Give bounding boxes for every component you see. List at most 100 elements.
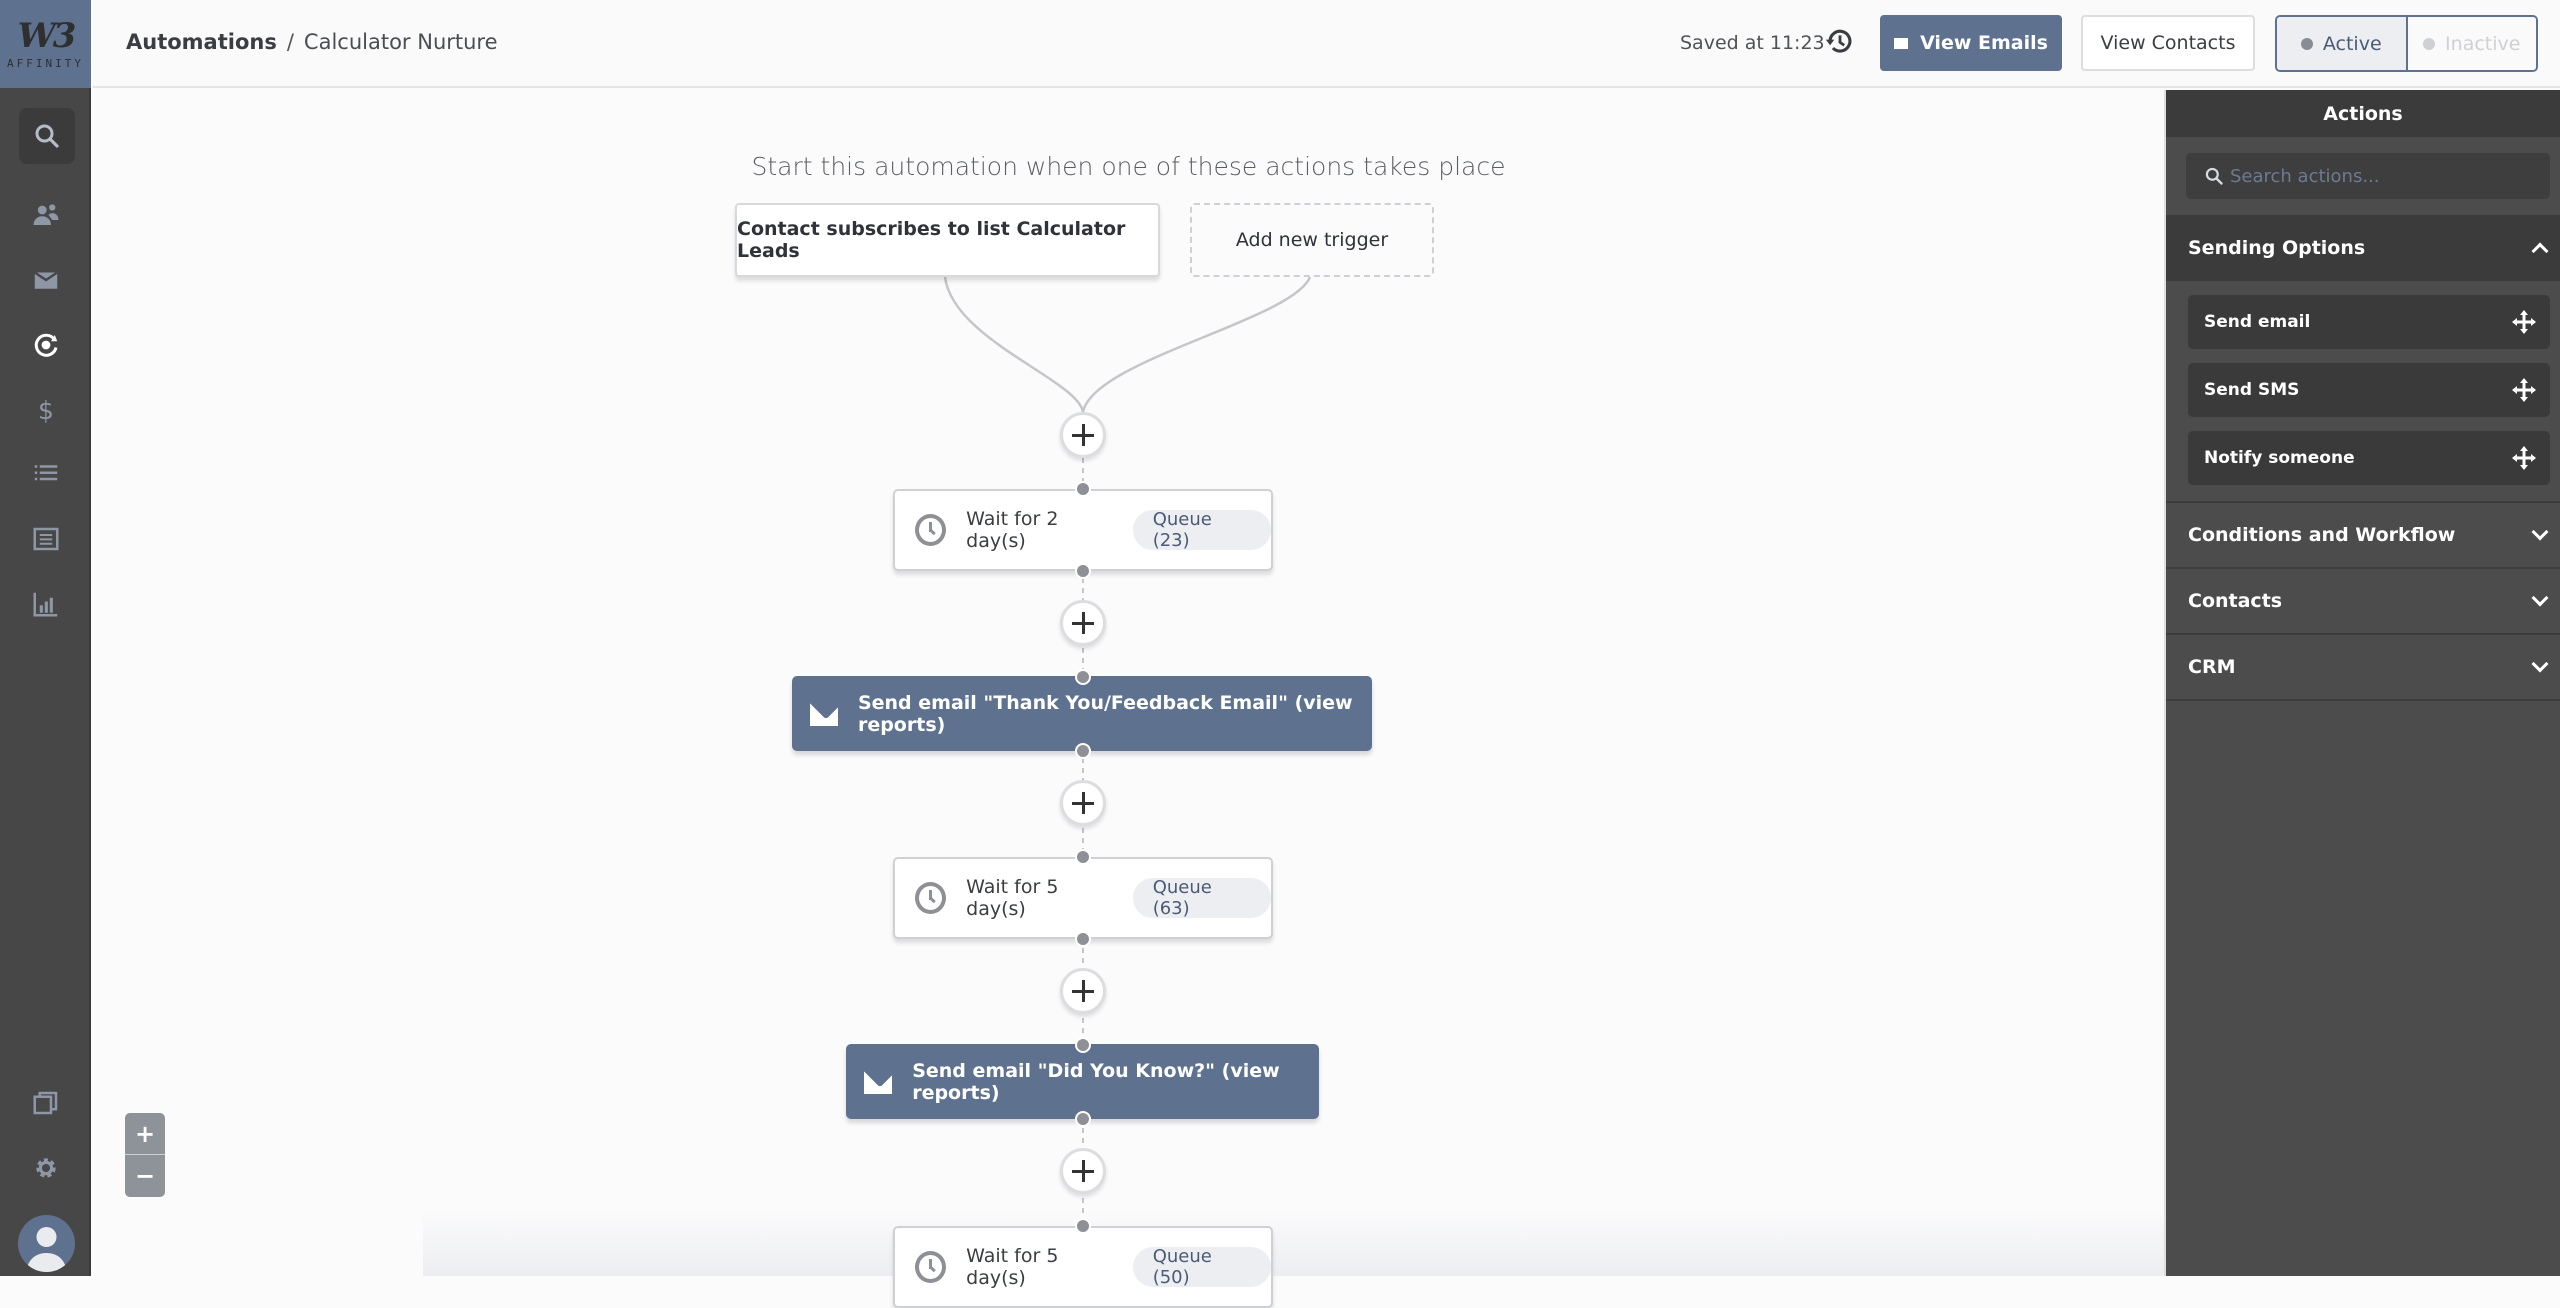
search-icon	[2205, 167, 2223, 185]
clock-icon	[915, 882, 947, 914]
sidebar-item-deals[interactable]: $	[0, 382, 91, 438]
view-emails-button[interactable]: View Emails	[1880, 15, 2062, 71]
users-icon	[33, 204, 58, 225]
chevron-down-icon	[2531, 655, 2549, 673]
connector-port	[1075, 1037, 1091, 1053]
section-sending-options[interactable]: Sending Options	[2166, 215, 2560, 281]
logo-mark: W3	[17, 15, 77, 56]
queue-badge[interactable]: Queue (23)	[1132, 509, 1271, 551]
zoom-controls: + −	[125, 1113, 165, 1197]
move-icon[interactable]	[2512, 310, 2536, 334]
canvas-fade	[423, 1210, 2183, 1276]
status-active-label: Active	[2322, 32, 2382, 55]
sidebar-item-pages[interactable]	[0, 1075, 91, 1131]
section-label: Conditions and Workflow	[2188, 524, 2456, 546]
connector-port	[1075, 849, 1091, 865]
action-label: Send email	[2204, 312, 2311, 332]
section-contacts[interactable]: Contacts	[2166, 569, 2560, 635]
search-icon	[35, 124, 59, 148]
breadcrumb-automations[interactable]: Automations	[126, 30, 277, 54]
add-step-button[interactable]	[1060, 600, 1106, 646]
status-dot-icon	[2423, 37, 2436, 50]
section-label: Contacts	[2188, 590, 2283, 612]
envelope-icon	[1894, 37, 1909, 49]
status-active-option[interactable]: Active	[2277, 17, 2408, 70]
clock-icon	[915, 514, 947, 546]
wait-label: Wait for 5 day(s)	[966, 876, 1059, 920]
envelope-icon	[864, 1069, 893, 1094]
connector-port	[1075, 481, 1091, 497]
send-email-step[interactable]: Send email "Did You Know?" (view reports…	[846, 1044, 1319, 1119]
action-send-email[interactable]: Send email	[2188, 295, 2550, 349]
sidebar-item-settings[interactable]	[0, 1140, 91, 1196]
breadcrumb-separator: /	[286, 30, 294, 54]
action-send-sms[interactable]: Send SMS	[2188, 363, 2550, 417]
chevron-up-icon	[2531, 242, 2549, 260]
status-inactive-option[interactable]: Inactive	[2407, 17, 2536, 70]
copy-icon	[33, 1091, 57, 1115]
logo-wordmark: AFFINITY	[7, 56, 84, 70]
section-label: Sending Options	[2188, 237, 2366, 259]
left-sidebar: W3 AFFINITY $	[0, 0, 91, 1276]
add-step-button[interactable]	[1060, 412, 1106, 458]
history-icon[interactable]	[1823, 24, 1857, 58]
add-trigger-button[interactable]: Add new trigger	[1190, 203, 1434, 277]
status-toggle: Active Inactive	[2275, 15, 2538, 72]
wait-step[interactable]: Wait for 5 day(s) Queue (63)	[893, 857, 1273, 939]
form-icon	[33, 527, 58, 551]
email-step-label: Send email "Thank You/Feedback Email" (v…	[857, 691, 1353, 736]
bar-chart-icon	[33, 592, 57, 617]
wait-label: Wait for 5 day(s)	[966, 1245, 1059, 1289]
sending-options-items: Send email Send SMS Notify someone	[2166, 281, 2560, 503]
connector-port	[1075, 1111, 1091, 1127]
top-header: Automations / Calculator Nurture Saved at …	[93, 0, 2560, 88]
wait-label: Wait for 2 day(s)	[966, 508, 1059, 552]
zoom-out-button[interactable]: −	[125, 1155, 165, 1197]
view-emails-label: View Emails	[1920, 32, 2048, 54]
sidebar-item-forms[interactable]	[0, 511, 91, 567]
send-email-step[interactable]: Send email "Thank You/Feedback Email" (v…	[792, 676, 1372, 751]
user-avatar[interactable]	[18, 1215, 75, 1272]
move-icon[interactable]	[2512, 446, 2536, 470]
move-icon[interactable]	[2512, 378, 2536, 402]
add-step-button[interactable]	[1060, 1148, 1106, 1194]
connector-port	[1075, 563, 1091, 579]
sidebar-item-reports[interactable]	[0, 576, 91, 632]
action-label: Send SMS	[2204, 380, 2300, 400]
sidebar-item-search[interactable]	[19, 108, 75, 164]
queue-badge[interactable]: Queue (63)	[1132, 877, 1271, 919]
add-step-button[interactable]	[1060, 780, 1106, 826]
breadcrumb-current: Calculator Nurture	[303, 30, 498, 54]
sidebar-item-contacts[interactable]	[0, 187, 91, 243]
trigger-node[interactable]: Contact subscribes to list Calculator Le…	[735, 203, 1160, 277]
automation-canvas[interactable]: Start this automation when one of these …	[93, 90, 2183, 1308]
zoom-in-button[interactable]: +	[125, 1113, 165, 1155]
sidebar-item-automations[interactable]	[0, 317, 91, 373]
breadcrumb: Automations / Calculator Nurture	[126, 30, 498, 54]
status-dot-icon	[2300, 37, 2313, 50]
chevron-down-icon	[2531, 523, 2549, 541]
add-step-button[interactable]	[1060, 968, 1106, 1014]
app-logo[interactable]: W3 AFFINITY	[0, 0, 91, 88]
wait-step[interactable]: Wait for 5 day(s) Queue (50)	[893, 1226, 1273, 1308]
connector-port	[1075, 1218, 1091, 1234]
actions-search-input[interactable]	[2230, 165, 2530, 187]
action-notify-someone[interactable]: Notify someone	[2188, 431, 2550, 485]
view-contacts-button[interactable]: View Contacts	[2081, 15, 2255, 71]
queue-badge[interactable]: Queue (50)	[1132, 1246, 1271, 1288]
clock-icon	[915, 1251, 947, 1283]
gear-icon	[35, 1158, 56, 1178]
actions-search[interactable]	[2186, 153, 2550, 199]
actions-panel-title: Actions	[2166, 90, 2560, 137]
actions-panel: Actions Sending Options Send email Send …	[2164, 90, 2560, 1276]
sidebar-item-lists[interactable]	[0, 446, 91, 502]
avatar-icon	[26, 1227, 67, 1272]
status-inactive-label: Inactive	[2445, 32, 2521, 55]
section-conditions-workflow[interactable]: Conditions and Workflow	[2166, 503, 2560, 569]
dollar-icon: $	[38, 396, 54, 425]
wait-step[interactable]: Wait for 2 day(s) Queue (23)	[893, 489, 1273, 571]
saved-status: Saved at 11:23	[1680, 32, 1825, 54]
section-crm[interactable]: CRM	[2166, 635, 2560, 701]
sidebar-item-email[interactable]	[0, 252, 91, 308]
list-icon	[34, 465, 57, 481]
